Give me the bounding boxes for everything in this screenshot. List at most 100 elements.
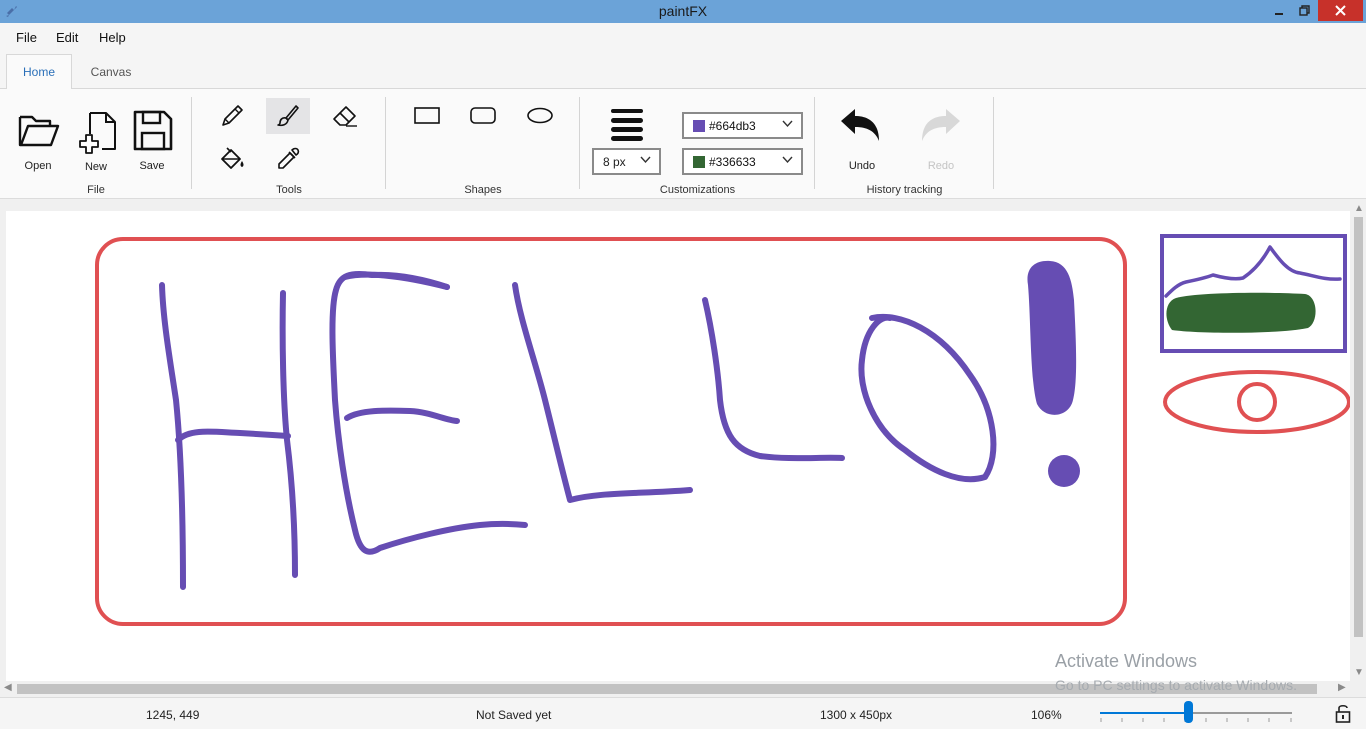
eraser-tool-button[interactable] bbox=[323, 98, 367, 134]
canvas-drawing bbox=[95, 234, 1350, 626]
primary-color-swatch bbox=[693, 120, 705, 132]
shapes-group-label: Shapes bbox=[464, 184, 502, 196]
stroke-size-select[interactable]: 8 px bbox=[592, 148, 661, 175]
tab-home[interactable]: Home bbox=[6, 54, 72, 90]
red-circle bbox=[1237, 382, 1277, 422]
secondary-color-select[interactable]: #336633 bbox=[682, 148, 803, 175]
rounded-rectangle-shape-button[interactable] bbox=[463, 101, 503, 131]
ribbon-tabs: Home Canvas bbox=[0, 51, 1366, 90]
scroll-down-icon[interactable]: ▼ bbox=[1354, 667, 1364, 678]
canvas-viewport: ▲ ▼ ◀ ▶ bbox=[0, 203, 1366, 697]
tab-canvas[interactable]: Canvas bbox=[78, 54, 144, 90]
exclamation-dot bbox=[1048, 455, 1080, 487]
new-button[interactable]: New bbox=[71, 105, 121, 177]
history-group-label: History tracking bbox=[866, 184, 943, 196]
group-divider bbox=[385, 97, 386, 189]
green-bar bbox=[1166, 292, 1316, 333]
drawing-canvas[interactable] bbox=[6, 211, 1350, 681]
menu-bar: File Edit Help bbox=[0, 23, 1366, 51]
close-button[interactable] bbox=[1318, 0, 1363, 21]
menu-help[interactable]: Help bbox=[99, 30, 126, 45]
maximize-button[interactable] bbox=[1293, 0, 1315, 21]
activation-watermark-subtitle: Go to PC settings to activate Windows. bbox=[1055, 677, 1297, 693]
redo-label: Redo bbox=[927, 160, 955, 172]
secondary-color-value: #336633 bbox=[709, 155, 756, 169]
rounded-rectangle-icon bbox=[470, 107, 496, 124]
rectangle-icon bbox=[414, 107, 440, 124]
open-label: Open bbox=[24, 160, 52, 172]
vertical-scroll-thumb[interactable] bbox=[1354, 217, 1363, 637]
letter-h-bar bbox=[175, 428, 291, 443]
eraser-icon bbox=[333, 106, 357, 127]
chevron-down-icon bbox=[640, 156, 651, 164]
primary-color-value: #664db3 bbox=[709, 119, 756, 133]
eyedropper-icon bbox=[278, 147, 300, 169]
stroke-size-value: 8 px bbox=[603, 155, 626, 169]
menu-file[interactable]: File bbox=[16, 30, 37, 45]
undo-button[interactable]: Undo bbox=[837, 105, 887, 177]
lock-icon[interactable] bbox=[1335, 703, 1351, 723]
ellipse-shape-button[interactable] bbox=[520, 101, 560, 131]
save-label: Save bbox=[139, 160, 165, 172]
ribbon-home: Open New Save File Tools Shapes 8 px #66… bbox=[0, 89, 1366, 199]
save-status: Not Saved yet bbox=[476, 708, 552, 722]
pencil-tool-button[interactable] bbox=[210, 98, 254, 134]
scroll-left-icon[interactable]: ◀ bbox=[4, 682, 12, 693]
cursor-position: 1245, 449 bbox=[146, 708, 200, 722]
letter-o bbox=[858, 314, 997, 483]
canvas-size: 1300 x 450px bbox=[820, 708, 893, 722]
zoom-level: 106% bbox=[1031, 708, 1062, 722]
pencil-icon bbox=[222, 105, 243, 126]
status-bar: 1245, 449 Not Saved yet 1300 x 450px 106… bbox=[0, 697, 1366, 729]
new-file-icon bbox=[79, 112, 116, 154]
chevron-down-icon bbox=[782, 156, 793, 164]
redo-icon bbox=[922, 109, 960, 141]
tools-group-label: Tools bbox=[276, 184, 302, 196]
close-icon bbox=[1335, 5, 1346, 16]
group-divider bbox=[191, 97, 192, 189]
new-label: New bbox=[84, 161, 107, 173]
file-group-label: File bbox=[87, 184, 105, 196]
letter-l-first bbox=[512, 282, 693, 503]
group-divider bbox=[993, 97, 994, 189]
undo-icon bbox=[841, 109, 879, 141]
purple-line-graph bbox=[1164, 245, 1342, 298]
primary-color-select[interactable]: #664db3 bbox=[682, 112, 803, 139]
red-ellipse bbox=[1163, 370, 1350, 434]
stroke-width-icon bbox=[611, 109, 643, 141]
exclamation-bar bbox=[1027, 260, 1077, 415]
ellipse-icon bbox=[527, 107, 553, 124]
folder-open-icon bbox=[18, 115, 60, 147]
minimize-button[interactable] bbox=[1268, 0, 1290, 21]
letter-e-middle bbox=[344, 407, 460, 424]
zoom-slider-track[interactable] bbox=[1100, 712, 1292, 714]
brush-icon bbox=[277, 105, 299, 127]
brush-tool-button[interactable] bbox=[266, 98, 310, 134]
save-icon bbox=[133, 110, 173, 151]
zoom-slider-fill bbox=[1100, 712, 1189, 714]
zoom-slider-ticks bbox=[1100, 718, 1292, 722]
customizations-group-label: Customizations bbox=[659, 184, 736, 196]
group-divider bbox=[579, 97, 580, 189]
group-divider bbox=[814, 97, 815, 189]
window-title: paintFX bbox=[658, 3, 708, 19]
scroll-right-icon[interactable]: ▶ bbox=[1338, 682, 1346, 693]
undo-label: Undo bbox=[848, 160, 876, 172]
scroll-up-icon[interactable]: ▲ bbox=[1354, 203, 1364, 214]
title-bar: paintFX bbox=[0, 0, 1366, 23]
color-picker-tool-button[interactable] bbox=[266, 141, 310, 177]
rectangle-shape-button[interactable] bbox=[407, 101, 447, 131]
redo-button[interactable]: Redo bbox=[916, 105, 966, 177]
fill-tool-button[interactable] bbox=[210, 141, 254, 177]
activation-watermark-title: Activate Windows bbox=[1055, 651, 1198, 671]
vertical-scrollbar[interactable]: ▲ ▼ bbox=[1351, 203, 1366, 681]
letter-e-top bbox=[342, 271, 450, 290]
restore-icon bbox=[1298, 5, 1310, 16]
zoom-slider-thumb[interactable] bbox=[1184, 701, 1194, 723]
paint-bucket-icon bbox=[221, 147, 244, 169]
open-button[interactable]: Open bbox=[13, 105, 63, 177]
letter-l-second bbox=[702, 297, 845, 462]
save-button[interactable]: Save bbox=[127, 105, 177, 177]
paintfx-window: paintFX File Edit Help Home Canvas Open bbox=[0, 0, 1366, 729]
menu-edit[interactable]: Edit bbox=[56, 30, 78, 45]
